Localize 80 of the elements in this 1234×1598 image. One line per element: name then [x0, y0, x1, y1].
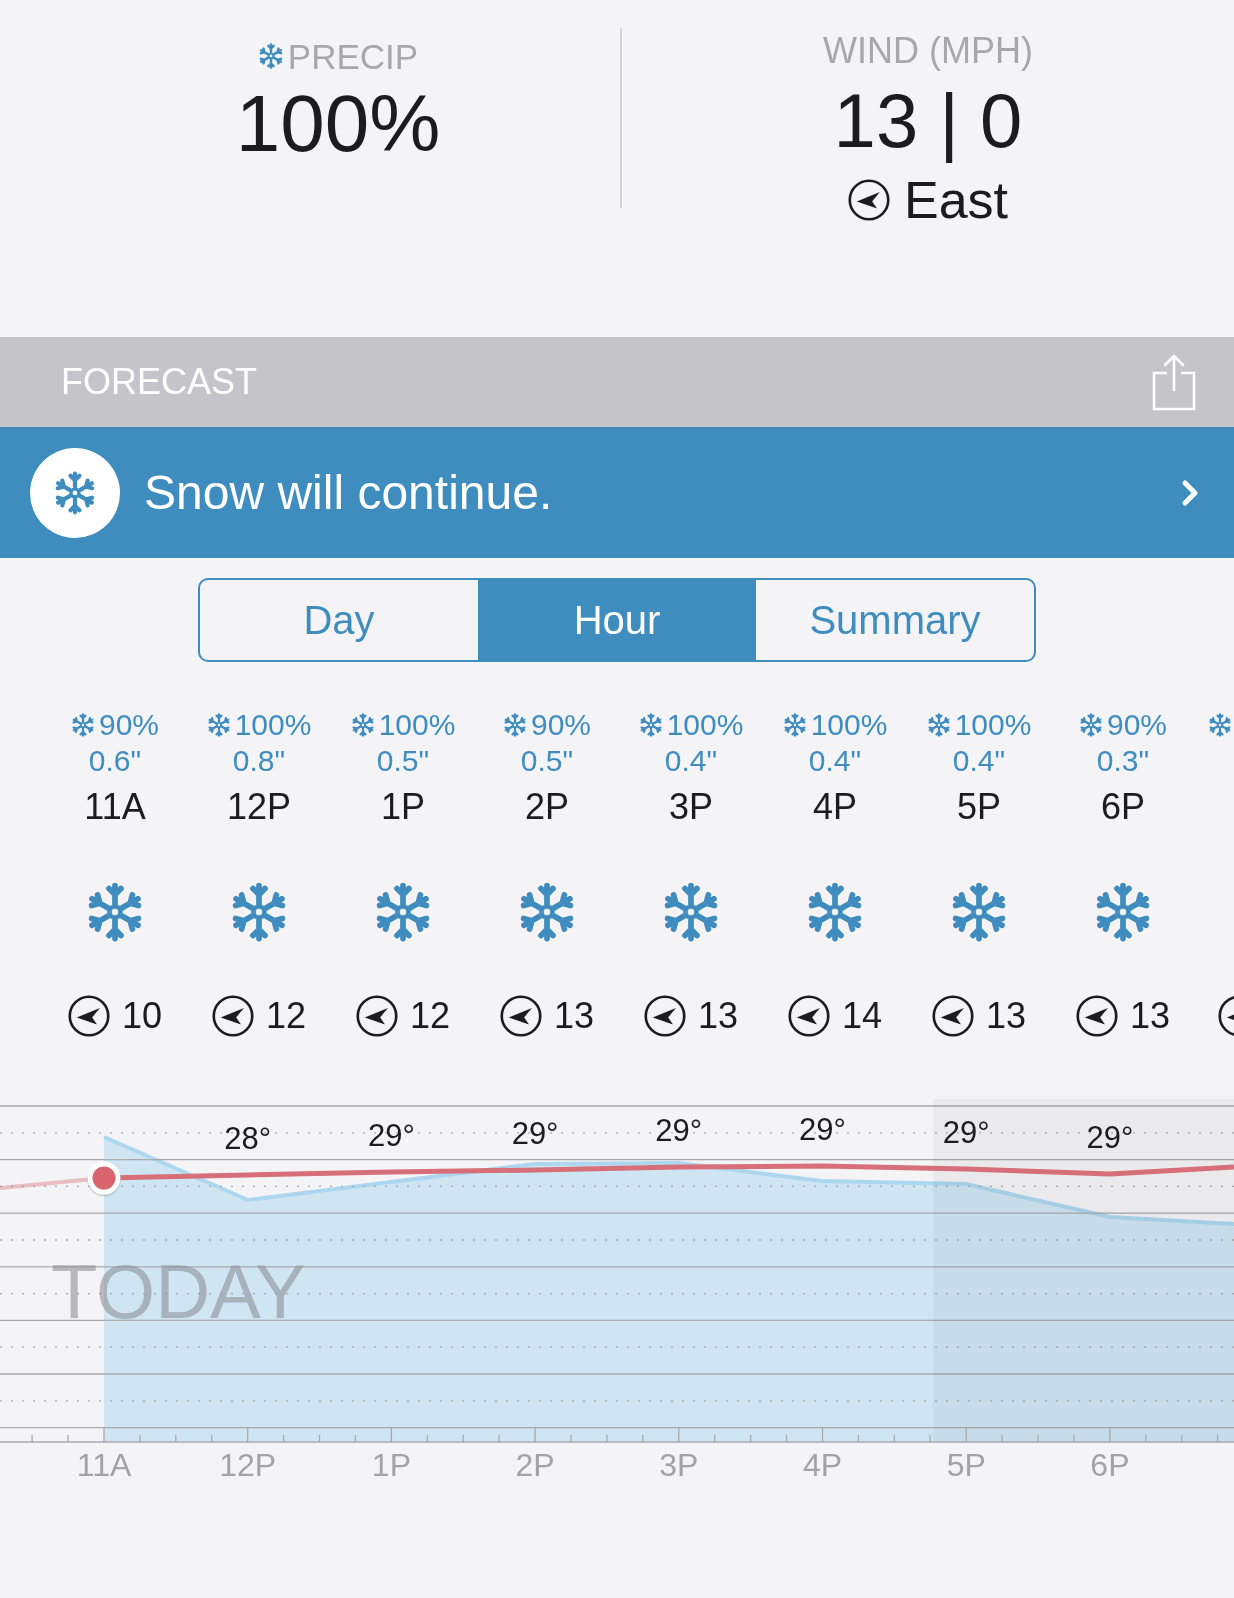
hour-label: 12P — [226, 789, 292, 825]
snowflake-icon — [1208, 713, 1232, 737]
hour-label: 2P — [524, 789, 569, 825]
compass-icon — [847, 179, 890, 221]
compass-icon — [931, 995, 974, 1037]
hour-label: 3P — [668, 789, 713, 825]
precip-chance: 100% — [810, 710, 888, 740]
compass-icon — [211, 995, 254, 1037]
current-time-marker-icon — [87, 1161, 121, 1197]
tab[interactable]: Hour — [478, 580, 756, 660]
temperature-label: 29° — [511, 1116, 559, 1151]
snowflake-icon — [502, 713, 527, 737]
precip-amount: 0.4" — [664, 746, 718, 776]
wind-speed: 13 — [553, 998, 594, 1034]
hour-axis-label: 1P — [371, 1447, 411, 1483]
hour-axis-label: 5P — [946, 1447, 986, 1483]
precip-label: PRECIP — [287, 38, 419, 74]
snowflake-icon — [30, 447, 120, 538]
wind-speed: 12 — [409, 998, 450, 1034]
wind-speed: 13 — [697, 998, 738, 1034]
share-icon[interactable] — [1152, 353, 1196, 411]
compass-icon — [643, 995, 686, 1037]
precip-chance: 100% — [378, 710, 456, 740]
precip-chance: 90% — [98, 710, 159, 740]
wind-speed: 12 — [265, 998, 306, 1034]
snowflake-icon — [257, 43, 284, 69]
section-title: FORECAST — [61, 364, 257, 400]
hour-axis-label: 11A — [76, 1447, 132, 1483]
snowflake-icon — [70, 713, 95, 737]
precip-value: 100% — [235, 84, 441, 164]
today-label: TODAY — [51, 1249, 306, 1334]
precip-chance: 100% — [954, 710, 1032, 740]
temperature-label: 29° — [942, 1115, 990, 1150]
hour-label: 6P — [1100, 789, 1145, 825]
tab[interactable]: Day — [200, 580, 478, 660]
snowflake-icon — [350, 713, 375, 737]
snowflake-icon — [638, 713, 663, 737]
compass-icon — [1218, 995, 1234, 1037]
precip-amount: 0.4" — [952, 746, 1006, 776]
snowflake-icon — [1078, 713, 1103, 737]
precip-amount: 0.6" — [88, 746, 142, 776]
hour-label: 4P — [812, 789, 857, 825]
precip-chance: 100% — [666, 710, 744, 740]
compass-icon — [499, 995, 542, 1037]
precip-amount: 0.8" — [232, 746, 286, 776]
temperature-label: 29° — [799, 1112, 846, 1147]
compass-icon — [355, 995, 398, 1037]
alert-banner[interactable]: Snow will continue. — [0, 427, 1234, 558]
precip-amount: 0.5" — [376, 746, 430, 776]
compass-icon — [787, 995, 830, 1037]
hour-axis-label: 2P — [515, 1447, 555, 1483]
wind-direction: East — [903, 174, 1009, 226]
wind-speed: 14 — [841, 998, 882, 1034]
compass-icon — [1075, 995, 1118, 1037]
compass-icon — [67, 995, 110, 1037]
temperature-label: 29° — [1086, 1120, 1134, 1155]
tab[interactable]: Summary — [756, 580, 1034, 660]
snowflake-icon — [782, 713, 807, 737]
hour-label: 1P — [380, 789, 425, 825]
precip-chance: 100% — [234, 710, 312, 740]
hour-axis-label: 12P — [219, 1447, 277, 1483]
precip-amount: 0.3" — [1096, 746, 1150, 776]
hour-label: 11A — [84, 789, 146, 825]
temperature-label: 29° — [367, 1118, 415, 1153]
hour-axis-label: 6P — [1090, 1447, 1130, 1483]
wind-speed: 13 — [985, 998, 1026, 1034]
wind-speed: 10 — [121, 998, 162, 1034]
wind-speed: 13 — [1129, 998, 1170, 1034]
snowflake-icon — [926, 713, 951, 737]
hour-label: 5P — [956, 789, 1001, 825]
precip-chance: 90% — [1106, 710, 1167, 740]
temperature-label: 28° — [224, 1121, 272, 1156]
temperature-label: 29° — [655, 1113, 703, 1148]
hour-axis-label: 3P — [659, 1447, 699, 1483]
precip-chance: 90% — [530, 710, 591, 740]
snowflake-icon — [206, 713, 231, 737]
wind-label: WIND (MPH) — [823, 33, 1033, 69]
precip-amount: 0.5" — [520, 746, 574, 776]
hour-axis-label: 4P — [802, 1447, 843, 1483]
precip-amount: 0.4" — [808, 746, 862, 776]
